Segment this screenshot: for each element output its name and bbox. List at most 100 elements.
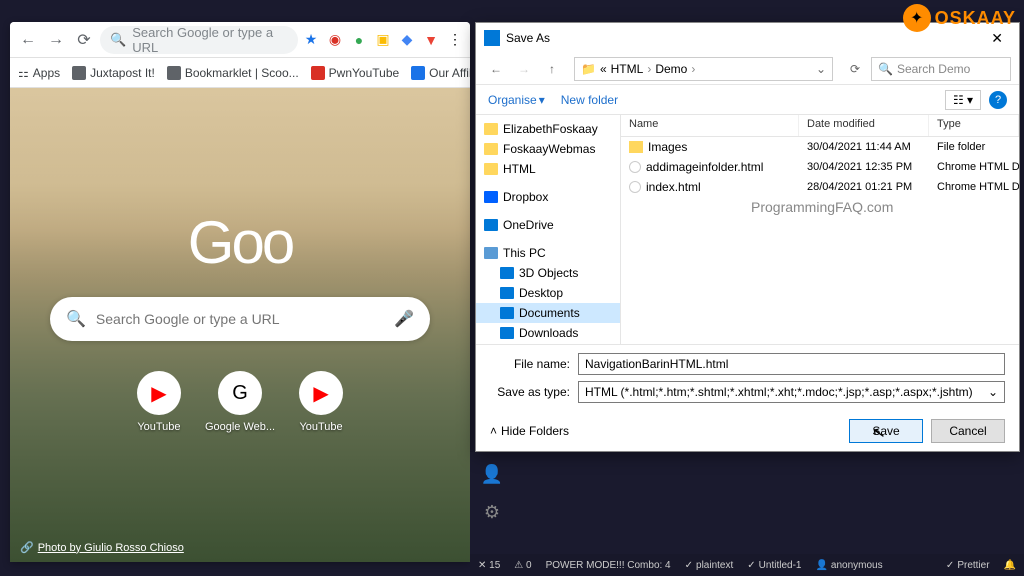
prettier-status[interactable]: ✓ Prettier [946,560,990,571]
ext-icon-4[interactable]: ◆ [398,31,416,49]
lang-mode[interactable]: ✓ plaintext [685,560,734,571]
reload-button[interactable]: ⟳ [72,28,96,52]
col-type[interactable]: Type [929,115,1019,136]
bookmark-item[interactable]: PwnYouTube [311,66,400,80]
hide-folders-toggle[interactable]: ˄ Hide Folders [490,424,569,438]
organise-menu[interactable]: Organise ▾ [488,93,545,107]
folder-icon [484,123,498,135]
bookmark-item[interactable]: Juxtapost It! [72,66,155,80]
user-status[interactable]: 👤 anonymous [815,560,882,571]
mic-icon[interactable]: 🎤 [394,309,414,329]
view-mode-button[interactable]: ☷ ▾ [945,90,981,110]
watermark-text: ProgrammingFAQ.com [751,199,893,215]
forward-button[interactable]: → [44,28,68,52]
breadcrumb[interactable]: 📁 « HTML › Demo › ⌄ [574,57,833,81]
tree-item[interactable]: Dropbox [476,187,620,207]
search-field[interactable]: 🔍 Search Demo [871,57,1011,81]
tree-item[interactable]: Desktop [476,283,620,303]
omnibox[interactable]: 🔍 Search Google or type a URL [100,26,298,54]
folder-icon [500,327,514,339]
folder-icon [500,307,514,319]
search-box[interactable]: 🔍 🎤 [50,297,430,341]
chevron-right-icon: › [647,62,651,76]
link-icon: 🔗 [20,541,34,554]
bookmark-icon [167,66,181,80]
back-button[interactable]: ← [16,28,40,52]
bookmark-icon [72,66,86,80]
file-row[interactable]: addimageinfolder.html30/04/2021 12:35 PM… [621,157,1019,177]
folder-icon [484,163,498,175]
ext-icon-5[interactable]: ▼ [422,31,440,49]
bookmarks-bar: ⚏Apps Juxtapost It! Bookmarklet | Scoo..… [10,58,470,88]
warnings-count[interactable]: ⚠ 0 [514,560,531,571]
brand-text: OSKAAY [935,8,1016,29]
apps-button[interactable]: ⚏Apps [18,66,60,80]
vscode-activitybar: 👤 ⚙ [470,452,514,554]
new-folder-button[interactable]: New folder [561,93,618,107]
tree-item[interactable]: This PC [476,243,620,263]
tree-item[interactable]: Downloads [476,323,620,343]
ext-icon-1[interactable]: ◉ [326,31,344,49]
bookmark-item[interactable]: Bookmarklet | Scoo... [167,66,299,80]
refresh-button[interactable]: ⟳ [843,57,867,81]
breadcrumb-seg[interactable]: HTML [611,62,644,76]
bookmark-icon [311,66,325,80]
tree-item[interactable]: HTML [476,159,620,179]
ext-icon-3[interactable]: ▣ [374,31,392,49]
tree-item[interactable]: OneDrive [476,215,620,235]
folder-tree: ElizabethFoskaayFoskaayWebmasHTML Dropbox… [476,115,621,344]
ext-icon-6[interactable]: ⋮ [446,31,464,49]
ext-icon-2[interactable]: ● [350,31,368,49]
google-logo: Goo [188,208,292,277]
tree-item[interactable]: ElizabethFoskaay [476,119,620,139]
filename-input[interactable] [578,353,1005,375]
column-headers: Name Date modified Type [621,115,1019,137]
chevron-down-icon[interactable]: ⌄ [816,62,826,76]
errors-count[interactable]: ✕ 15 [478,560,500,571]
folder-icon [500,267,514,279]
bookmark-item[interactable]: Our Affiliate Progra... [411,66,470,80]
nav-up[interactable]: ↑ [540,57,564,81]
help-button[interactable]: ? [989,91,1007,109]
file-row[interactable]: index.html28/04/2021 01:21 PMChrome HTML… [621,177,1019,197]
chevron-up-icon: ˄ [490,424,497,438]
col-name[interactable]: Name [621,115,799,136]
search-icon: 🔍 [110,32,126,48]
file-row[interactable]: Images30/04/2021 11:44 AMFile folder [621,137,1019,157]
file-name[interactable]: ✓ Untitled-1 [747,560,801,571]
saveas-select[interactable]: HTML (*.html;*.htm;*.shtml;*.xhtml;*.xht… [578,381,1005,403]
folder-icon: 📁 [581,62,596,76]
dialog-nav: ← → ↑ 📁 « HTML › Demo › ⌄ ⟳ 🔍 Search Dem… [476,53,1019,85]
youtube-icon: ▶ [137,371,181,415]
bookmark-icon [411,66,425,80]
shortcut-youtube-2[interactable]: ▶ YouTube [299,371,343,433]
cancel-button[interactable]: Cancel [931,419,1005,443]
vscode-icon [484,30,500,46]
search-icon: 🔍 [66,309,86,329]
search-icon: 🔍 [878,62,893,76]
photo-credit[interactable]: 🔗 Photo by Giulio Rosso Chioso [20,541,184,554]
brand-icon: ✦ [903,4,931,32]
chevron-down-icon: ⌄ [988,385,998,399]
bell-icon[interactable]: 🔔 [1004,560,1016,571]
star-icon[interactable]: ★ [302,31,320,49]
html-file-icon [629,161,641,173]
shortcut-youtube[interactable]: ▶ YouTube [137,371,181,433]
tree-item[interactable]: FoskaayWebmas [476,139,620,159]
breadcrumb-seg[interactable]: Demo [655,62,687,76]
shortcut-google[interactable]: G Google Web... [205,371,275,433]
accounts-icon[interactable]: 👤 [480,462,504,486]
folder-icon [500,287,514,299]
settings-icon[interactable]: ⚙ [480,500,504,524]
tree-item[interactable]: 3D Objects [476,263,620,283]
nav-forward[interactable]: → [512,57,536,81]
power-mode[interactable]: POWER MODE!!! Combo: 4 [546,560,671,571]
search-input[interactable] [96,311,384,327]
nav-back[interactable]: ← [484,57,508,81]
tree-item[interactable]: Documents [476,303,620,323]
dialog-body: ElizabethFoskaayFoskaayWebmasHTML Dropbox… [476,115,1019,344]
folder-icon [629,141,643,153]
folder-icon [484,143,498,155]
html-file-icon [629,181,641,193]
col-date[interactable]: Date modified [799,115,929,136]
